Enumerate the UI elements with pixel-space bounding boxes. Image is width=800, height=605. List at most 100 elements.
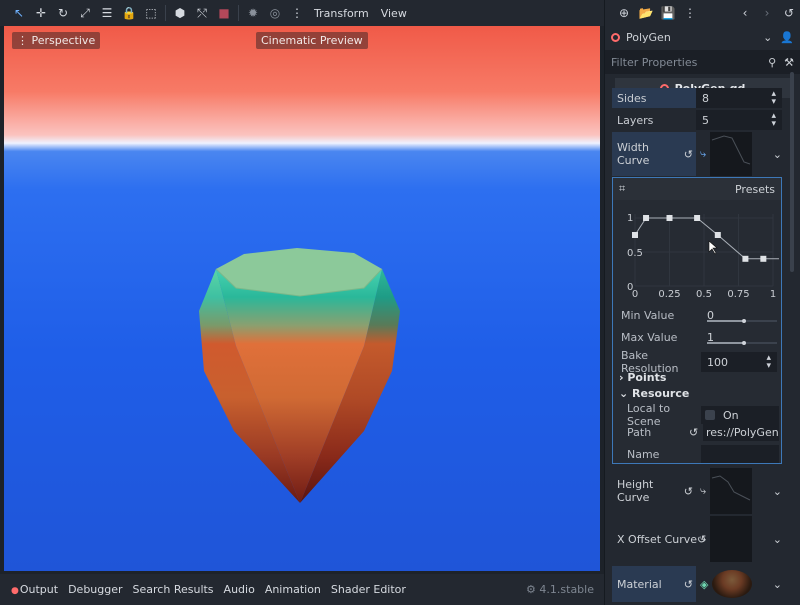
max-value-label: Max Value <box>621 330 678 344</box>
material-label: Material <box>617 577 662 591</box>
property-sides: Sides 8 ▴ ▾ <box>612 88 782 108</box>
rotate-icon[interactable]: ↻ <box>52 2 74 24</box>
curve-icon: ⤷ <box>700 147 707 160</box>
more-icon[interactable]: ⋮ <box>286 2 308 24</box>
lock-icon[interactable]: 🔒 <box>118 2 140 24</box>
object-properties-icon[interactable]: 👤 <box>780 31 794 44</box>
more-icon: ⋮ <box>17 34 28 47</box>
curve-icon: ⤷ <box>700 532 707 545</box>
bake-resolution-value: 100 <box>707 355 728 369</box>
material-thumbnail[interactable] <box>712 570 753 598</box>
toolbar-separator <box>238 5 239 21</box>
revert-icon[interactable]: ↺ <box>684 578 693 591</box>
x-offset-curve-thumbnail[interactable] <box>710 516 753 562</box>
curve-graph[interactable]: 10.500 0.25 0.5 0.75 1 <box>613 200 781 298</box>
tab-debugger[interactable]: Debugger <box>63 583 127 596</box>
property-material: Material ↺ ◈ ⌄ <box>612 566 782 602</box>
selected-node-row[interactable]: PolyGen ⌄ 👤 <box>605 26 800 48</box>
tab-output-label: Output <box>19 583 59 596</box>
tab-output[interactable]: ●Output <box>6 583 63 596</box>
forward-arrow-icon[interactable]: › <box>756 2 778 24</box>
resource-section[interactable]: ⌄ Resource <box>619 387 689 400</box>
back-arrow-icon[interactable]: ‹ <box>734 2 756 24</box>
path-value: res://PolyGen.t <box>706 425 779 439</box>
revert-icon[interactable]: ↺ <box>684 485 693 498</box>
curve-line <box>634 217 779 260</box>
spin-arrows-icon[interactable]: ▴ ▾ <box>771 112 776 129</box>
local-space-icon[interactable]: ⬢ <box>169 2 191 24</box>
curve-point-handle[interactable] <box>643 215 650 221</box>
chevron-down-icon[interactable]: ⌄ <box>763 31 772 44</box>
property-x-offset-curve: X Offset Curve ↺ ⤷ ⌄ <box>612 516 782 562</box>
width-curve-thumbnail[interactable] <box>710 132 753 176</box>
curve-point-handle[interactable] <box>714 232 721 238</box>
transform-menu[interactable]: Transform <box>308 7 375 20</box>
checkbox-icon <box>705 410 715 420</box>
chevron-down-icon[interactable]: ⌄ <box>773 485 782 498</box>
cinematic-preview-label: Cinematic Preview <box>256 32 368 49</box>
local-to-scene-value: On <box>723 408 739 422</box>
sun-icon[interactable]: ✹ <box>242 2 264 24</box>
height-curve-label: Height Curve <box>617 478 654 504</box>
presets-button[interactable]: Presets <box>735 183 775 196</box>
sides-value: 8 <box>702 91 709 105</box>
sides-spinbox[interactable]: 8 ▴ ▾ <box>696 88 782 108</box>
min-value-label: Min Value <box>621 308 675 322</box>
select-arrow-icon[interactable]: ↖ <box>8 2 30 24</box>
curve-point-handle[interactable] <box>742 255 749 262</box>
filter-properties-field[interactable]: Filter Properties ⚲ ⚒ <box>605 50 800 74</box>
grid-snap-icon[interactable]: ⌗ <box>619 182 625 196</box>
search-icon[interactable]: ⚲ <box>768 56 776 69</box>
snap-icon[interactable]: ⤲ <box>191 2 213 24</box>
property-width-curve: Width Curve ↺ ⤷ ⌄ <box>612 132 782 176</box>
scale-icon[interactable]: ⤢ <box>74 2 96 24</box>
revert-icon[interactable]: ↺ <box>684 148 693 161</box>
list-select-icon[interactable]: ☰ <box>96 2 118 24</box>
max-value-slider[interactable]: 1 <box>701 327 781 347</box>
spin-arrows-icon[interactable]: ▴ ▾ <box>771 90 776 107</box>
height-curve-thumbnail[interactable] <box>710 468 753 514</box>
move-icon[interactable]: ✛ <box>30 2 52 24</box>
curve-point-handle[interactable] <box>666 215 673 221</box>
more-icon[interactable]: ⋮ <box>679 2 701 24</box>
new-resource-icon[interactable]: ⊕ <box>613 2 635 24</box>
spin-arrows-icon[interactable]: ▴ ▾ <box>766 354 771 371</box>
name-field[interactable] <box>701 445 779 463</box>
filter-placeholder: Filter Properties <box>611 55 698 69</box>
bake-resolution-spinbox[interactable]: 100 ▴ ▾ <box>701 352 777 372</box>
material-type-icon: ◈ <box>700 577 709 591</box>
points-section[interactable]: › Points <box>619 371 666 384</box>
node-name: PolyGen <box>626 30 671 44</box>
inspector-scrollbar[interactable] <box>790 72 794 272</box>
group-icon[interactable]: ⬚ <box>140 2 162 24</box>
history-icon[interactable]: ↺ <box>778 2 800 24</box>
perspective-menu[interactable]: ⋮ Perspective <box>12 32 101 49</box>
tab-search-results[interactable]: Search Results <box>128 583 219 596</box>
polygen-mesh <box>199 248 400 503</box>
min-value-slider[interactable]: 0 <box>701 305 781 325</box>
path-field[interactable]: res://PolyGen.t <box>703 423 779 441</box>
chevron-down-icon[interactable]: ⌄ <box>773 578 782 591</box>
3d-viewport[interactable]: ⋮ Perspective Cinematic Preview <box>4 26 600 571</box>
curve-editor-header: ⌗ Presets <box>613 178 781 200</box>
revert-icon[interactable]: ↺ <box>689 426 703 439</box>
curve-point-handle[interactable] <box>632 232 638 238</box>
curve-point-handle[interactable] <box>694 215 701 221</box>
tools-icon[interactable]: ⚒ <box>784 56 794 69</box>
camera-icon[interactable]: ■ <box>213 2 235 24</box>
tab-animation[interactable]: Animation <box>260 583 326 596</box>
node-type-icon <box>611 32 620 42</box>
open-folder-icon[interactable]: 📂 <box>635 2 657 24</box>
path-label: Path <box>627 425 652 439</box>
chevron-down-icon[interactable]: ⌄ <box>773 533 782 546</box>
curve-point-handle[interactable] <box>760 255 767 262</box>
tab-shader-editor[interactable]: Shader Editor <box>326 583 411 596</box>
local-to-scene-checkbox[interactable]: On <box>701 406 779 424</box>
width-curve-label-cell: Width Curve ↺ <box>612 132 696 176</box>
layers-spinbox[interactable]: 5 ▴ ▾ <box>696 110 782 130</box>
view-menu[interactable]: View <box>375 7 413 20</box>
tab-audio[interactable]: Audio <box>219 583 260 596</box>
environment-icon[interactable]: ◎ <box>264 2 286 24</box>
save-icon[interactable]: 💾 <box>657 2 679 24</box>
chevron-down-icon[interactable]: ⌄ <box>773 148 782 161</box>
